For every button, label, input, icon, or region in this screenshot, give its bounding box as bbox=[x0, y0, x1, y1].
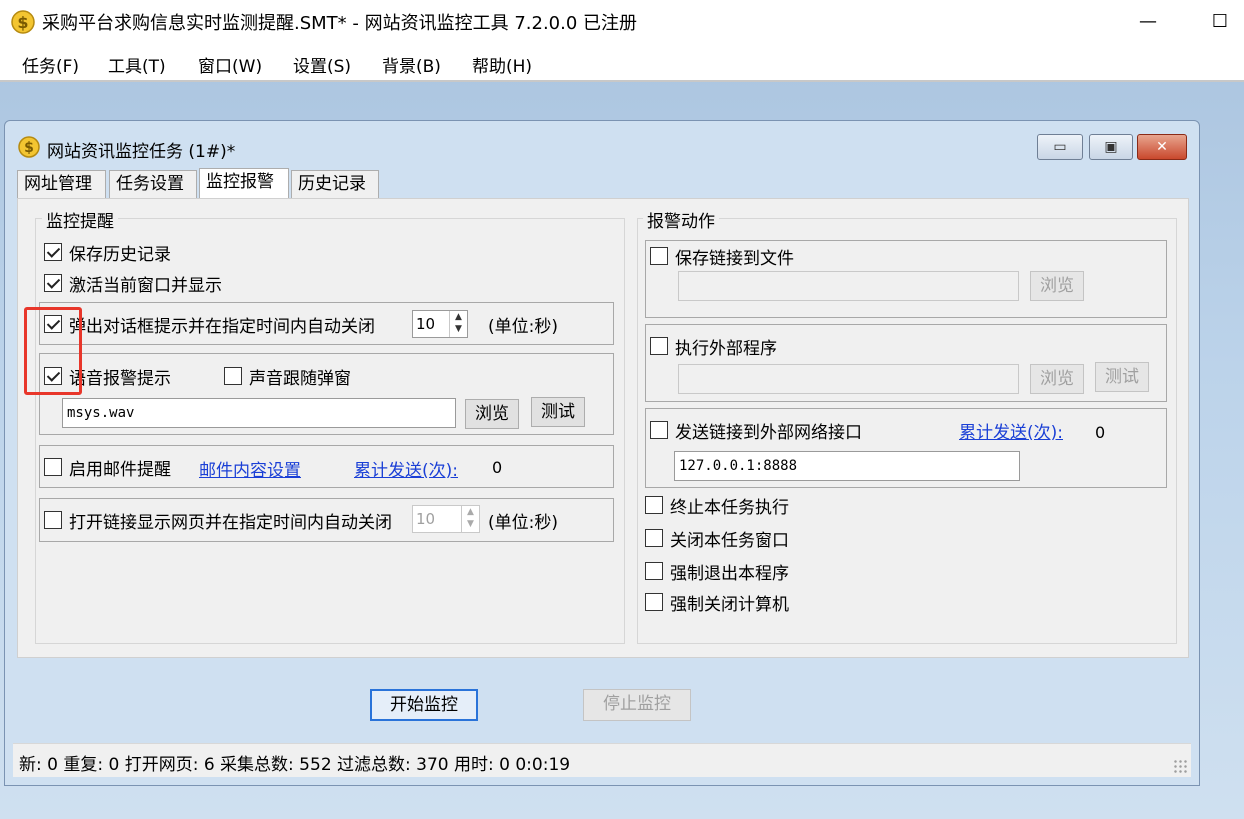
tab-url-manage[interactable]: 网址管理 bbox=[17, 170, 106, 198]
open-link-label: 打开链接显示网页并在指定时间内自动关闭 bbox=[69, 513, 392, 533]
svg-text:$: $ bbox=[24, 140, 34, 156]
menu-task[interactable]: 任务(F) bbox=[22, 52, 79, 77]
network-address-input[interactable]: 127.0.0.1:8888 bbox=[674, 451, 1020, 481]
start-monitor-button[interactable]: 开始监控 bbox=[370, 689, 478, 721]
send-count-link[interactable]: 累计发送(次): bbox=[959, 418, 1063, 443]
terminate-task-label: 终止本任务执行 bbox=[670, 498, 789, 518]
dollar-icon: $ bbox=[11, 10, 35, 34]
sound-test-button[interactable]: 测试 bbox=[531, 397, 585, 427]
popup-unit-label: (单位:秒) bbox=[488, 317, 558, 337]
open-link-unit-label: (单位:秒) bbox=[488, 513, 558, 533]
exec-test-button: 测试 bbox=[1095, 362, 1149, 392]
save-history-checkbox[interactable] bbox=[44, 243, 62, 261]
activate-window-checkbox[interactable] bbox=[44, 274, 62, 292]
sound-file-input[interactable]: msys.wav bbox=[62, 398, 456, 428]
send-count-value: 0 bbox=[1095, 423, 1106, 442]
stop-monitor-button: 停止监控 bbox=[583, 689, 691, 721]
exec-program-label: 执行外部程序 bbox=[675, 339, 777, 359]
group-title-reminder: 监控提醒 bbox=[42, 207, 118, 232]
spinner-arrows-icon: ▲ ▼ bbox=[461, 506, 479, 532]
save-link-checkbox[interactable] bbox=[650, 247, 668, 265]
save-link-browse-button: 浏览 bbox=[1030, 271, 1084, 301]
sound-browse-button[interactable]: 浏览 bbox=[465, 399, 519, 429]
status-bar: 新: 0 重复: 0 打开网页: 6 采集总数: 552 过滤总数: 370 用… bbox=[13, 743, 1191, 777]
popup-dialog-label: 弹出对话框提示并在指定时间内自动关闭 bbox=[69, 317, 375, 337]
tab-task-settings[interactable]: 任务设置 bbox=[109, 170, 197, 198]
menu-bar: 任务(F) 工具(T) 窗口(W) 设置(S) 背景(B) 帮助(H) bbox=[0, 44, 1244, 82]
mail-reminder-checkbox[interactable] bbox=[44, 458, 62, 476]
force-shutdown-label: 强制关闭计算机 bbox=[670, 595, 789, 615]
force-shutdown-checkbox[interactable] bbox=[645, 593, 663, 611]
window-titlebar: $ 采购平台求购信息实时监测提醒.SMT* - 网站资讯监控工具 7.2.0.0… bbox=[0, 0, 1244, 44]
mail-reminder-label: 启用邮件提醒 bbox=[69, 460, 171, 480]
status-text: 新: 0 重复: 0 打开网页: 6 采集总数: 552 过滤总数: 370 用… bbox=[19, 755, 571, 775]
close-task-window-checkbox[interactable] bbox=[645, 529, 663, 547]
child-minimize-button[interactable]: ▭ bbox=[1037, 134, 1083, 160]
group-title-alarm-action: 报警动作 bbox=[643, 207, 719, 232]
terminate-task-checkbox[interactable] bbox=[645, 496, 663, 514]
maximize-button[interactable]: ☐ bbox=[1202, 4, 1238, 40]
child-restore-button[interactable]: ▣ bbox=[1089, 134, 1133, 160]
highlight-box bbox=[24, 307, 82, 395]
force-exit-checkbox[interactable] bbox=[645, 562, 663, 580]
menu-tools[interactable]: 工具(T) bbox=[108, 52, 166, 77]
mail-sent-count-value: 0 bbox=[492, 458, 503, 477]
sound-follow-popup-checkbox[interactable] bbox=[224, 367, 242, 385]
exec-browse-button: 浏览 bbox=[1030, 364, 1084, 394]
menu-help[interactable]: 帮助(H) bbox=[472, 52, 532, 77]
menu-window[interactable]: 窗口(W) bbox=[198, 52, 262, 77]
save-history-label: 保存历史记录 bbox=[69, 245, 171, 265]
open-link-seconds-spinner: 10 ▲ ▼ bbox=[412, 505, 480, 533]
spinner-arrows-icon[interactable]: ▲ ▼ bbox=[449, 311, 467, 337]
menu-settings[interactable]: 设置(S) bbox=[293, 52, 351, 77]
send-link-checkbox[interactable] bbox=[650, 421, 668, 439]
activate-window-label: 激活当前窗口并显示 bbox=[69, 276, 222, 296]
tab-history[interactable]: 历史记录 bbox=[291, 170, 379, 198]
svg-text:$: $ bbox=[17, 13, 28, 32]
save-link-label: 保存链接到文件 bbox=[675, 249, 794, 269]
menu-background[interactable]: 背景(B) bbox=[382, 52, 441, 77]
dollar-icon: $ bbox=[18, 136, 40, 158]
tab-panel: 监控提醒 保存历史记录 激活当前窗口并显示 弹出对话框提示并在指定时间内自动关闭… bbox=[17, 198, 1189, 658]
voice-alarm-label: 语音报警提示 bbox=[69, 369, 171, 389]
open-link-checkbox[interactable] bbox=[44, 511, 62, 529]
save-link-path-input bbox=[678, 271, 1019, 301]
send-link-label: 发送链接到外部网络接口 bbox=[675, 423, 862, 443]
exec-program-checkbox[interactable] bbox=[650, 337, 668, 355]
exec-program-path-input bbox=[678, 364, 1019, 394]
mail-settings-link[interactable]: 邮件内容设置 bbox=[199, 456, 301, 481]
sound-follow-popup-label: 声音跟随弹窗 bbox=[249, 369, 351, 389]
resize-grip-icon[interactable] bbox=[1173, 759, 1187, 773]
minimize-button[interactable]: — bbox=[1130, 4, 1166, 40]
popup-seconds-spinner[interactable]: 10 ▲ ▼ bbox=[412, 310, 468, 338]
close-task-window-label: 关闭本任务窗口 bbox=[670, 531, 789, 551]
popup-seconds-value: 10 bbox=[416, 315, 436, 333]
window-title: 采购平台求购信息实时监测提醒.SMT* - 网站资讯监控工具 7.2.0.0 已… bbox=[42, 13, 638, 34]
tab-monitor-alarm[interactable]: 监控报警 bbox=[199, 168, 289, 199]
force-exit-label: 强制退出本程序 bbox=[670, 564, 789, 584]
open-link-seconds-value: 10 bbox=[416, 510, 436, 528]
child-window-title: 网站资讯监控任务 (1#)* bbox=[47, 142, 236, 162]
child-close-button[interactable]: ✕ bbox=[1137, 134, 1187, 160]
mail-sent-count-link[interactable]: 累计发送(次): bbox=[354, 456, 458, 481]
monitor-task-window: $ 网站资讯监控任务 (1#)* ▭ ▣ ✕ 网址管理 任务设置 监控报警 历史… bbox=[4, 120, 1200, 786]
